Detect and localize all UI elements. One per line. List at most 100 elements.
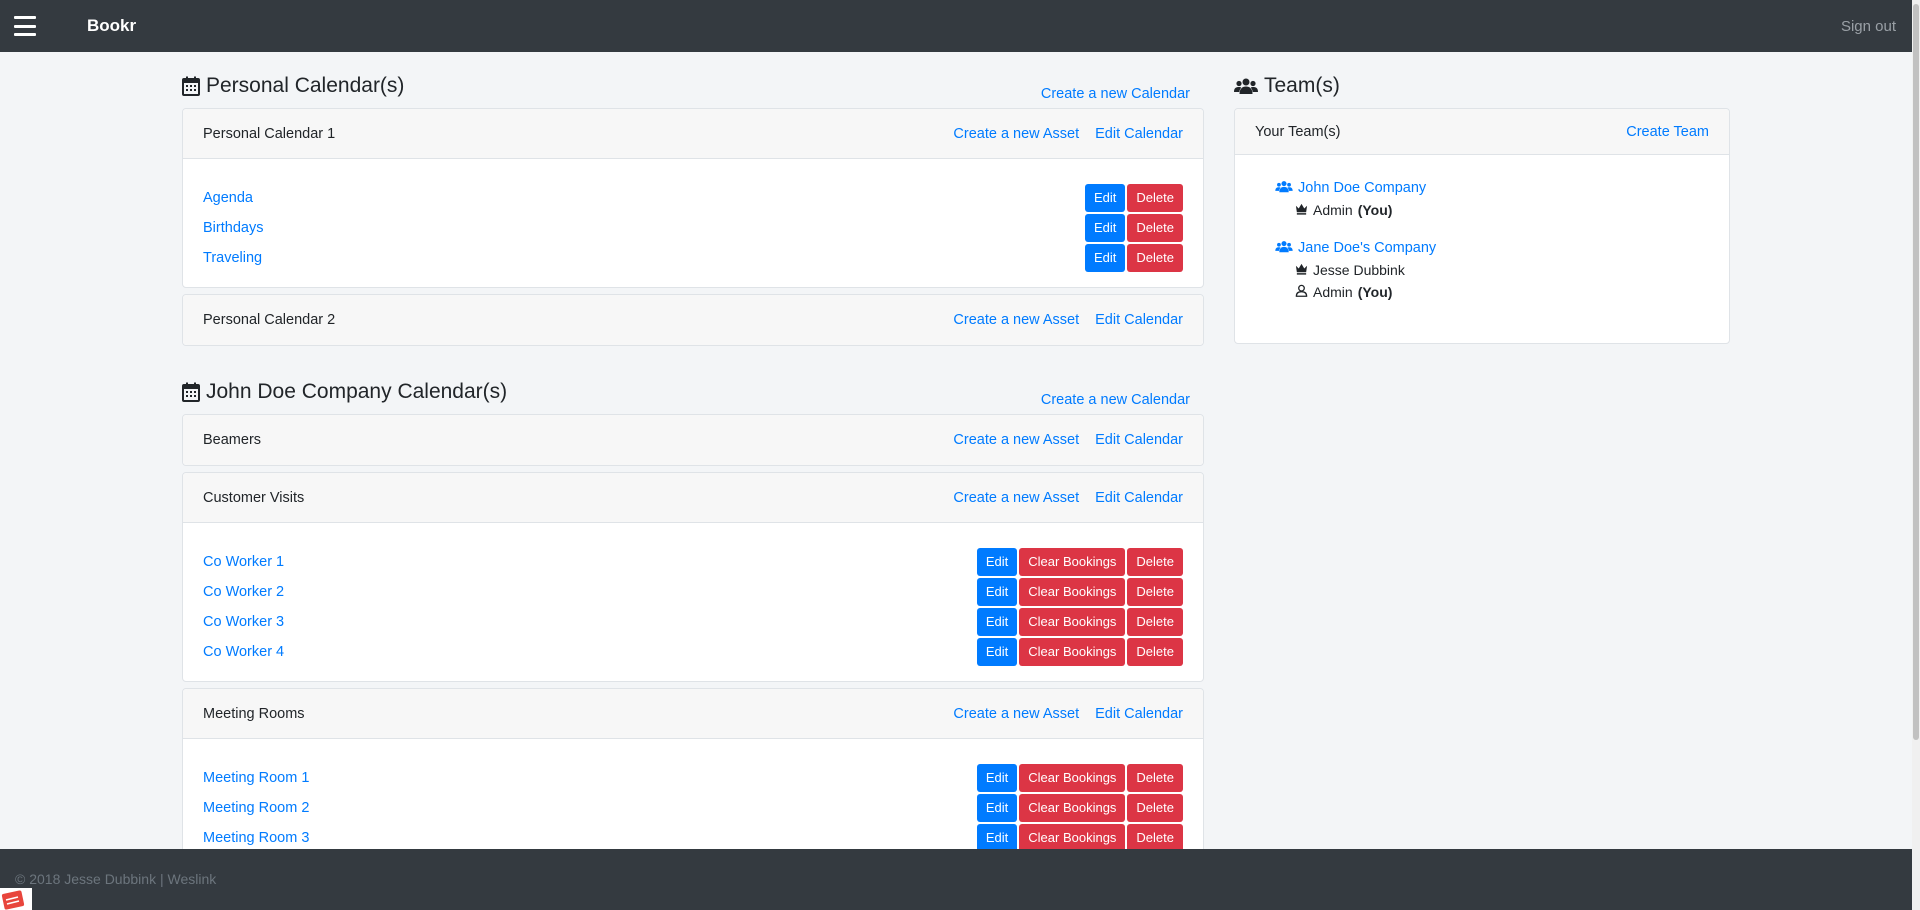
- create-calendar-link[interactable]: Create a new Calendar: [1041, 392, 1190, 408]
- edit-calendar-link[interactable]: Edit Calendar: [1095, 126, 1183, 142]
- calendar-name: Meeting Rooms: [203, 705, 305, 722]
- teams-card: Your Team(s) Create Team John Doe Compan…: [1234, 108, 1730, 344]
- clear-bookings-button[interactable]: Clear Bookings: [1019, 764, 1126, 792]
- delete-button[interactable]: Delete: [1127, 638, 1183, 666]
- edit-button[interactable]: Edit: [976, 548, 1018, 576]
- sign-out-link[interactable]: Sign out: [1841, 18, 1896, 35]
- footer-text: © 2018 Jesse Dubbink | Weslink: [15, 871, 217, 887]
- create-calendar-link[interactable]: Create a new Calendar: [1041, 86, 1190, 102]
- scrollbar-thumb[interactable]: [1913, 4, 1919, 740]
- create-asset-link[interactable]: Create a new Asset: [953, 432, 1079, 448]
- team-link[interactable]: Jane Doe's Company: [1298, 240, 1436, 256]
- asset-link[interactable]: Co Worker 1: [203, 554, 975, 570]
- create-asset-link[interactable]: Create a new Asset: [953, 126, 1079, 142]
- delete-button[interactable]: Delete: [1127, 794, 1183, 822]
- create-asset-link[interactable]: Create a new Asset: [953, 490, 1079, 506]
- member-name: Admin: [1313, 202, 1353, 218]
- edit-button[interactable]: Edit: [1085, 184, 1126, 212]
- calendar-name: Personal Calendar 2: [203, 312, 336, 328]
- asset-row: Co Worker 1 Edit Clear Bookings Delete: [203, 547, 1183, 577]
- delete-button[interactable]: Delete: [1127, 764, 1183, 792]
- asset-link[interactable]: Traveling: [203, 250, 1083, 266]
- clear-bookings-button[interactable]: Clear Bookings: [1019, 578, 1126, 606]
- user-icon: [1295, 284, 1308, 300]
- section-title: Personal Calendar(s): [206, 74, 405, 97]
- users-icon: [1275, 240, 1293, 257]
- asset-row: Traveling Edit Delete: [203, 243, 1183, 273]
- asset-list: Agenda Edit Delete Birthdays Edit Delete…: [183, 159, 1203, 287]
- delete-button[interactable]: Delete: [1127, 548, 1183, 576]
- team-item: John Doe Company Admin (You): [1275, 177, 1709, 221]
- delete-button[interactable]: Delete: [1127, 214, 1183, 242]
- team-member: Admin (You): [1275, 281, 1709, 303]
- edit-calendar-link[interactable]: Edit Calendar: [1095, 706, 1183, 722]
- edit-button[interactable]: Edit: [1085, 214, 1126, 242]
- asset-row: Agenda Edit Delete: [203, 183, 1183, 213]
- edit-button[interactable]: Edit: [976, 638, 1018, 666]
- asset-list: Meeting Room 1 Edit Clear Bookings Delet…: [183, 739, 1203, 867]
- brand-logo[interactable]: Bookr: [87, 16, 136, 36]
- create-asset-link[interactable]: Create a new Asset: [953, 312, 1079, 328]
- member-name: Admin: [1313, 284, 1353, 300]
- clear-bookings-button[interactable]: Clear Bookings: [1019, 608, 1126, 636]
- clear-bookings-button[interactable]: Clear Bookings: [1019, 824, 1126, 852]
- edit-button[interactable]: Edit: [976, 608, 1018, 636]
- asset-link[interactable]: Agenda: [203, 190, 1083, 206]
- edit-button[interactable]: Edit: [976, 794, 1018, 822]
- edit-button[interactable]: Edit: [1085, 244, 1126, 272]
- asset-link[interactable]: Co Worker 4: [203, 644, 975, 660]
- team-list: John Doe Company Admin (You) Jane Doe's …: [1235, 155, 1729, 343]
- users-icon: [1234, 77, 1258, 95]
- asset-link[interactable]: Meeting Room 1: [203, 770, 975, 786]
- calendars-column: Personal Calendar(s) Create a new Calend…: [182, 62, 1204, 868]
- delete-button[interactable]: Delete: [1127, 824, 1183, 852]
- calendar-card: Customer Visits Create a new Asset Edit …: [182, 472, 1204, 682]
- edit-button[interactable]: Edit: [976, 824, 1018, 852]
- asset-link[interactable]: Meeting Room 3: [203, 830, 975, 846]
- create-asset-link[interactable]: Create a new Asset: [953, 706, 1079, 722]
- app-logo-icon: [0, 888, 32, 910]
- asset-row: Birthdays Edit Delete: [203, 213, 1183, 243]
- hamburger-menu-icon[interactable]: [14, 16, 36, 36]
- footer: © 2018 Jesse Dubbink | Weslink: [0, 849, 1912, 910]
- teams-column: Team(s) Your Team(s) Create Team John Do…: [1234, 62, 1730, 344]
- crown-icon: [1295, 202, 1308, 218]
- delete-button[interactable]: Delete: [1127, 608, 1183, 636]
- calendar-name: Customer Visits: [203, 489, 305, 506]
- asset-link[interactable]: Birthdays: [203, 220, 1083, 236]
- team-link[interactable]: John Doe Company: [1298, 180, 1426, 196]
- asset-row: Co Worker 2 Edit Clear Bookings Delete: [203, 577, 1183, 607]
- edit-button[interactable]: Edit: [976, 764, 1018, 792]
- crown-icon: [1295, 262, 1308, 278]
- asset-row: Meeting Room 2 Edit Clear Bookings Delet…: [203, 793, 1183, 823]
- clear-bookings-button[interactable]: Clear Bookings: [1019, 638, 1126, 666]
- delete-button[interactable]: Delete: [1127, 244, 1183, 272]
- asset-row: Co Worker 3 Edit Clear Bookings Delete: [203, 607, 1183, 637]
- top-navbar: Bookr Sign out: [0, 0, 1912, 52]
- create-team-link[interactable]: Create Team: [1626, 124, 1709, 140]
- vertical-scrollbar[interactable]: [1912, 0, 1920, 910]
- edit-calendar-link[interactable]: Edit Calendar: [1095, 432, 1183, 448]
- clear-bookings-button[interactable]: Clear Bookings: [1019, 794, 1126, 822]
- you-label: (You): [1357, 284, 1393, 300]
- asset-link[interactable]: Co Worker 2: [203, 584, 975, 600]
- edit-calendar-link[interactable]: Edit Calendar: [1095, 312, 1183, 328]
- team-member: Jesse Dubbink: [1275, 259, 1709, 281]
- clear-bookings-button[interactable]: Clear Bookings: [1019, 548, 1126, 576]
- edit-calendar-link[interactable]: Edit Calendar: [1095, 490, 1183, 506]
- teams-card-title: Your Team(s): [1255, 123, 1341, 140]
- team-item: Jane Doe's Company Jesse Dubbink Admin (…: [1275, 237, 1709, 303]
- calendar-card: Personal Calendar 2 Create a new Asset E…: [182, 294, 1204, 346]
- delete-button[interactable]: Delete: [1127, 184, 1183, 212]
- edit-button[interactable]: Edit: [976, 578, 1018, 606]
- asset-link[interactable]: Meeting Room 2: [203, 800, 975, 816]
- you-label: (You): [1357, 202, 1393, 218]
- calendar-card: Beamers Create a new Asset Edit Calendar: [182, 414, 1204, 466]
- personal-calendars-header: Personal Calendar(s) Create a new Calend…: [182, 62, 1204, 102]
- delete-button[interactable]: Delete: [1127, 578, 1183, 606]
- asset-row: Co Worker 4 Edit Clear Bookings Delete: [203, 637, 1183, 667]
- asset-list: Co Worker 1 Edit Clear Bookings Delete C…: [183, 523, 1203, 681]
- calendar-icon: [182, 382, 200, 402]
- asset-row: Meeting Room 1 Edit Clear Bookings Delet…: [203, 763, 1183, 793]
- asset-link[interactable]: Co Worker 3: [203, 614, 975, 630]
